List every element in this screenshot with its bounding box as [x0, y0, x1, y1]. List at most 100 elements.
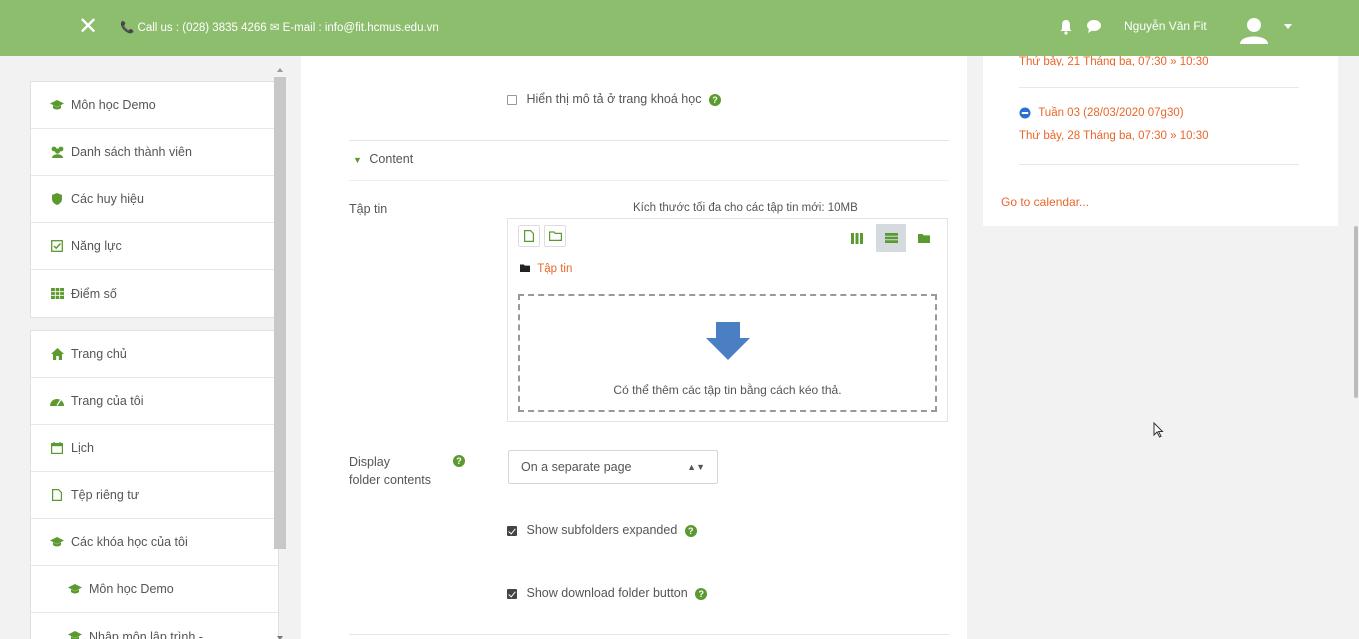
- display-label: Display folder contents: [349, 453, 431, 489]
- sidebar-item-dashboard[interactable]: Trang của tôi: [31, 378, 278, 425]
- users-icon: [49, 145, 65, 159]
- event-time: Thứ bảy, 28 Tháng ba, 07:30 » 10:30: [1019, 130, 1209, 142]
- sidebar-item-label: Trang của tôi: [71, 394, 144, 408]
- sidebar-item-my-courses[interactable]: Các khóa học của tôi: [31, 519, 278, 566]
- section-title: Content: [369, 152, 414, 166]
- sidebar-item-home[interactable]: Trang chủ: [31, 331, 278, 378]
- display-select-value: On a separate page: [521, 460, 632, 474]
- caret-down-icon: ▼: [353, 155, 362, 165]
- event-time: Thứ bảy, 21 Tháng ba, 07:30 » 10:30: [1019, 56, 1209, 66]
- show-description-row[interactable]: Hiển thị mô tả ở trang khoá học ?: [507, 92, 721, 106]
- sidebar-item-label: Danh sách thành viên: [71, 145, 192, 159]
- list-icon: [884, 233, 898, 243]
- contact-info: 📞 Call us : (028) 3835 4266 ✉ E-mail : i…: [120, 22, 439, 34]
- graduation-cap-icon: [67, 630, 83, 639]
- folder-icon: [548, 231, 562, 241]
- scroll-up-arrow-icon[interactable]: [277, 68, 283, 72]
- sidebar-item-private-files[interactable]: Tệp riêng tư: [31, 472, 278, 519]
- view-list-button[interactable]: [876, 224, 906, 252]
- grid-icon: [851, 232, 863, 244]
- bell-icon[interactable]: [1059, 19, 1073, 35]
- sidebar-item-competencies[interactable]: Năng lực: [31, 223, 278, 270]
- event-icon: [1019, 107, 1031, 119]
- chevron-down-icon[interactable]: [1284, 24, 1292, 29]
- sidebar-item-calendar[interactable]: Lịch: [31, 425, 278, 472]
- show-download-checkbox[interactable]: [507, 588, 517, 599]
- graduation-cap-icon: [49, 535, 65, 549]
- sidebar-item-label: Năng lực: [71, 239, 122, 253]
- show-description-label: Hiển thị mô tả ở trang khoá học: [526, 92, 702, 106]
- page-scrollbar[interactable]: [1354, 226, 1358, 398]
- sidebar-item-label: Môn học Demo: [89, 582, 174, 596]
- event-title-link[interactable]: Tuần 03 (28/03/2020 07g30): [1038, 107, 1183, 119]
- sidebar-item-label: Lịch: [71, 441, 94, 455]
- help-icon[interactable]: ?: [684, 524, 697, 537]
- sidebar-item-label: Trang chủ: [71, 347, 127, 361]
- cursor-icon: [1153, 422, 1164, 438]
- sidebar-item-label: Các huy hiệu: [71, 192, 144, 206]
- add-file-button[interactable]: [518, 225, 540, 247]
- sidebar-item-course-demo[interactable]: Môn học Demo: [31, 566, 278, 613]
- sidebar-item-label: Nhập môn lập trình -: [89, 629, 203, 639]
- folder-icon: [520, 264, 530, 272]
- help-icon[interactable]: ?: [708, 93, 721, 106]
- drawer-scrollbar[interactable]: [274, 64, 286, 639]
- top-navbar: ✕ 📞 Call us : (028) 3835 4266 ✉ E-mail :…: [0, 0, 1359, 56]
- site-nav-card: Trang chủ Trang của tôi Lịch Tệp riêng t…: [30, 330, 279, 639]
- show-description-checkbox[interactable]: [507, 94, 517, 105]
- sidebar-item-grades[interactable]: Điểm số: [31, 270, 278, 317]
- show-subfolders-row[interactable]: Show subfolders expanded ?: [507, 523, 697, 537]
- close-icon[interactable]: ✕: [78, 14, 98, 40]
- view-tree-button[interactable]: [909, 224, 939, 252]
- sidebar-item-intro-programming[interactable]: Nhập môn lập trình -: [31, 613, 278, 639]
- graduation-cap-icon: [49, 98, 65, 112]
- divider: [349, 180, 949, 181]
- show-download-row[interactable]: Show download folder button ?: [507, 586, 708, 600]
- dashboard-icon: [49, 394, 65, 408]
- divider: [349, 634, 949, 635]
- sidebar-item-label: Môn học Demo: [71, 98, 156, 112]
- display-label-line2: folder contents: [349, 473, 431, 487]
- folder-icon: [918, 234, 930, 243]
- divider: [1019, 164, 1299, 165]
- scroll-thumb[interactable]: [274, 77, 286, 549]
- nav-drawer: Môn học Demo Danh sách thành viên Các hu…: [0, 56, 290, 639]
- file-manager: Tập tin Có thể thêm các tập tin bằng các…: [507, 218, 948, 422]
- sidebar-item-course-demo[interactable]: Môn học Demo: [31, 82, 278, 129]
- sidebar-item-label: Tệp riêng tư: [71, 488, 140, 502]
- sidebar-item-participants[interactable]: Danh sách thành viên: [31, 129, 278, 176]
- view-icons-button[interactable]: [842, 224, 872, 252]
- show-subfolders-checkbox[interactable]: [507, 525, 517, 536]
- display-label-line1: Display: [349, 455, 390, 469]
- drop-zone[interactable]: Có thể thêm các tập tin bằng cách kéo th…: [518, 294, 937, 412]
- folder-path-link[interactable]: Tập tin: [537, 263, 572, 275]
- calendar-icon: [49, 441, 65, 455]
- show-download-label: Show download folder button: [526, 586, 688, 600]
- graduation-cap-icon: [67, 582, 83, 596]
- course-nav-card: Môn học Demo Danh sách thành viên Các hu…: [30, 81, 279, 318]
- max-size-text: Kích thước tối đa cho các tập tin mới: 1…: [633, 202, 858, 214]
- upcoming-events-block: Thứ bảy, 21 Tháng ba, 07:30 » 10:30 Tuần…: [983, 56, 1338, 226]
- section-toggle-content[interactable]: ▼ Content: [353, 152, 413, 166]
- create-folder-button[interactable]: [544, 225, 566, 247]
- chat-icon[interactable]: [1086, 19, 1102, 34]
- event-item[interactable]: Tuần 03 (28/03/2020 07g30): [1019, 107, 1184, 119]
- folder-path[interactable]: Tập tin: [520, 263, 572, 275]
- divider: [349, 140, 949, 141]
- help-icon[interactable]: ?: [453, 455, 465, 467]
- help-icon[interactable]: ?: [695, 587, 708, 600]
- table-icon: [49, 287, 65, 301]
- user-name[interactable]: Nguyễn Văn Fit: [1124, 19, 1207, 33]
- files-label: Tập tin: [349, 202, 388, 216]
- display-select[interactable]: On a separate page ▲▼: [508, 450, 718, 484]
- sidebar-item-badges[interactable]: Các huy hiệu: [31, 176, 278, 223]
- avatar[interactable]: [1238, 16, 1270, 44]
- drop-hint: Có thể thêm các tập tin bằng cách kéo th…: [613, 383, 842, 397]
- updown-arrows-icon: ▲▼: [687, 462, 705, 472]
- download-arrow-icon: [706, 322, 750, 360]
- check-square-icon: [49, 239, 65, 253]
- file-icon: [49, 488, 65, 502]
- file-icon: [524, 230, 534, 242]
- go-to-calendar-link[interactable]: Go to calendar...: [1001, 195, 1089, 209]
- main-form: Hiển thị mô tả ở trang khoá học ? ▼ Cont…: [301, 56, 967, 639]
